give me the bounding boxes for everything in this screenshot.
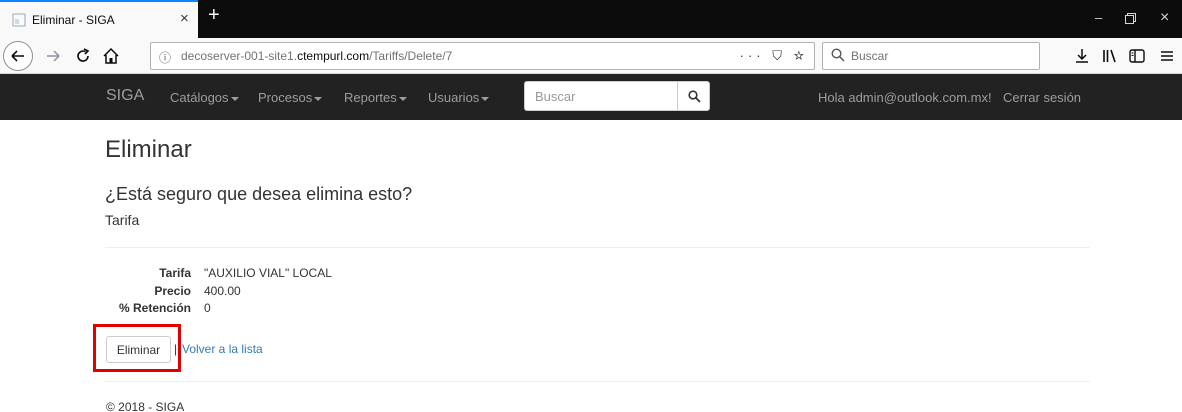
footer-text: © 2018 - SIGA bbox=[106, 400, 185, 412]
close-icon[interactable]: × bbox=[1160, 10, 1169, 26]
site-navbar: SIGA Catálogos Procesos Reportes Usuario… bbox=[0, 74, 1182, 120]
highlight-annotation bbox=[93, 324, 181, 372]
back-icon bbox=[11, 50, 24, 62]
forward-icon[interactable] bbox=[43, 46, 63, 66]
detail-label-retencion: % Retención bbox=[118, 301, 191, 315]
confirm-question: ¿Está seguro que desea elimina esto? bbox=[105, 184, 413, 204]
page-actions-icon[interactable]: ··· ⛉ ☆ bbox=[740, 48, 808, 64]
sidebar-icon[interactable] bbox=[1127, 46, 1147, 66]
search-icon bbox=[688, 90, 701, 103]
reload-icon[interactable] bbox=[73, 46, 93, 66]
user-greeting-link[interactable]: Hola admin@outlook.com.mx! bbox=[818, 90, 992, 105]
logout-link[interactable]: Cerrar sesión bbox=[1003, 90, 1081, 105]
download-icon[interactable] bbox=[1072, 46, 1092, 66]
nav-item-catalogos[interactable]: Catálogos bbox=[170, 90, 239, 105]
page-favicon-icon bbox=[12, 13, 26, 27]
page-title: Eliminar bbox=[105, 136, 192, 163]
detail-value-tarifa: "AUXILIO VIAL" LOCAL bbox=[204, 266, 332, 280]
nav-item-reportes[interactable]: Reportes bbox=[344, 90, 407, 105]
detail-label-precio: Precio bbox=[154, 284, 191, 298]
search-icon bbox=[831, 48, 845, 62]
caret-down-icon bbox=[481, 96, 490, 101]
site-info-icon[interactable]: ⓘ bbox=[159, 49, 171, 66]
url-bar[interactable]: ⓘ decoserver-001-site1.ctempurl.com/Tari… bbox=[150, 42, 815, 70]
home-icon[interactable] bbox=[101, 46, 121, 66]
caret-down-icon bbox=[398, 96, 407, 101]
browser-tab[interactable]: Eliminar - SIGA × bbox=[0, 0, 198, 38]
back-to-list-link[interactable]: Volver a la lista bbox=[182, 342, 263, 356]
library-icon[interactable] bbox=[1100, 46, 1120, 66]
menu-icon[interactable] bbox=[1157, 46, 1177, 66]
tab-title: Eliminar - SIGA bbox=[32, 13, 115, 27]
restore-icon[interactable] bbox=[1125, 13, 1136, 24]
divider bbox=[105, 247, 1090, 248]
browser-search-bar[interactable]: Buscar bbox=[822, 42, 1040, 70]
browser-tab-bar: Eliminar - SIGA × + – × bbox=[0, 0, 1182, 38]
nav-item-procesos[interactable]: Procesos bbox=[258, 90, 323, 105]
footer-divider bbox=[105, 381, 1090, 382]
detail-label-tarifa: Tarifa bbox=[159, 266, 191, 280]
url-text[interactable]: decoserver-001-site1.ctempurl.com/Tariff… bbox=[181, 49, 452, 63]
entity-name: Tarifa bbox=[105, 212, 140, 228]
caret-down-icon bbox=[314, 96, 323, 101]
minimize-icon[interactable]: – bbox=[1095, 11, 1102, 24]
site-search-button[interactable] bbox=[677, 81, 710, 111]
nav-item-usuarios[interactable]: Usuarios bbox=[428, 90, 490, 105]
link-separator: | bbox=[174, 342, 178, 356]
browser-search-placeholder: Buscar bbox=[851, 49, 889, 63]
browser-toolbar: ⓘ decoserver-001-site1.ctempurl.com/Tari… bbox=[0, 38, 1182, 74]
detail-value-precio: 400.00 bbox=[204, 284, 241, 298]
tab-close-icon[interactable]: × bbox=[180, 11, 189, 26]
brand-link[interactable]: SIGA bbox=[106, 87, 144, 105]
detail-value-retencion: 0 bbox=[204, 301, 211, 315]
back-button[interactable] bbox=[3, 41, 33, 71]
caret-down-icon bbox=[230, 96, 239, 101]
new-tab-button[interactable]: + bbox=[208, 5, 220, 25]
site-search-input[interactable] bbox=[524, 81, 678, 111]
